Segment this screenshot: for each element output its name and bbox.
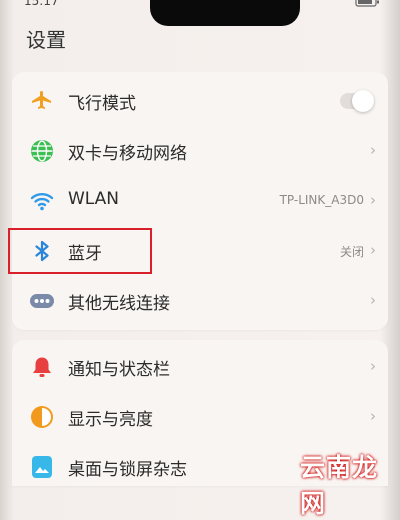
settings-item-airplane-mode[interactable]: 飞行模式 (12, 76, 388, 126)
chevron-right-icon: › (370, 141, 376, 159)
settings-item-label: 桌面与锁屏杂志 (68, 460, 187, 480)
toggle-knob (352, 90, 374, 112)
airplane-icon (32, 91, 51, 109)
settings-item-label: 飞行模式 (68, 94, 136, 114)
camera-notch (150, 0, 300, 26)
settings-item-dual-sim[interactable]: 双卡与移动网络 › (12, 126, 388, 176)
wlan-network-name: TP-LINK_A3D0 (279, 193, 364, 207)
settings-item-label: WLAN (68, 189, 120, 209)
chevron-right-icon: › (370, 357, 376, 375)
settings-item-other-wireless[interactable]: 其他无线连接 › (12, 276, 388, 326)
chevron-right-icon: › (370, 291, 376, 309)
chevron-right-icon: › (370, 407, 376, 425)
bell-icon (33, 357, 51, 377)
settings-item-label: 通知与状态栏 (68, 360, 170, 380)
settings-item-label: 双卡与移动网络 (68, 144, 187, 164)
battery-icon (355, 0, 379, 7)
settings-item-wlan[interactable]: WLAN TP-LINK_A3D0 › (12, 176, 388, 226)
chevron-right-icon: › (370, 241, 376, 259)
wallpaper-icon (32, 456, 52, 478)
connectivity-card: 飞行模式 双卡与移动网络 › WLAN TP-LINK_A3D0 › 蓝牙 关闭… (12, 72, 388, 330)
wifi-icon (30, 193, 54, 211)
chevron-right-icon: › (370, 191, 376, 209)
page-title: 设置 (26, 28, 66, 52)
bluetooth-highlight-box (8, 228, 152, 274)
globe-icon (31, 140, 53, 162)
settings-item-label: 显示与亮度 (68, 410, 153, 430)
brightness-icon (31, 406, 53, 428)
settings-item-label: 其他无线连接 (68, 294, 170, 314)
settings-item-display[interactable]: 显示与亮度 › (12, 392, 388, 442)
bluetooth-status: 关闭 (339, 245, 364, 259)
more-dots-icon (30, 294, 54, 308)
status-time: 15:17 (24, 0, 59, 8)
settings-item-notifications[interactable]: 通知与状态栏 › (12, 342, 388, 392)
watermark: 云南龙网 (300, 453, 379, 518)
